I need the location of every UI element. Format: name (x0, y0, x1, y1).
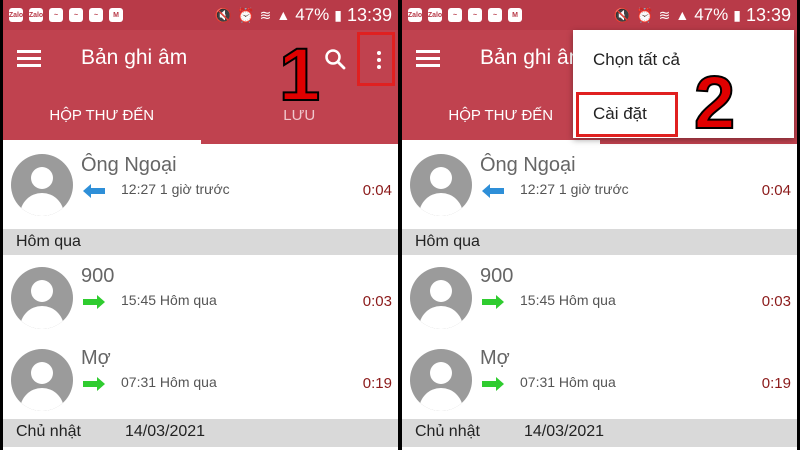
call-duration: 0:04 (362, 182, 392, 199)
zalo-icon: Zalo (408, 8, 422, 22)
wifi-icon: ≋ (658, 6, 671, 23)
menu-item-select-all[interactable]: Chọn tất cả (593, 50, 680, 70)
tab-inbox[interactable]: HỘP THƯ ĐẾN (3, 90, 201, 144)
section-label: Hôm qua (415, 233, 480, 250)
step-number: 2 (693, 61, 736, 144)
section-date: 14/03/2021 (524, 423, 605, 440)
menu-icon[interactable] (17, 50, 41, 68)
phone-screen-right: Zalo Zalo ~ ~ ~ M 🔇 ⏰ ≋ ▲ 47% ▮ 13:39 Bả… (402, 0, 797, 450)
section-label: Chủ nhật (415, 423, 480, 440)
section-date: 14/03/2021 (125, 423, 206, 440)
outgoing-arrow-icon (83, 295, 105, 309)
list-item[interactable]: Mợ 07:31 Hôm qua 0:19 (3, 337, 398, 419)
incoming-arrow-icon (482, 184, 504, 198)
status-bar: Zalo Zalo ~ ~ ~ M 🔇 ⏰ ≋ ▲ 47% ▮ 13:39 (402, 0, 797, 30)
tab-bar: HỘP THƯ ĐẾN LƯU (3, 90, 398, 144)
list-item[interactable]: Mợ 07:31 Hôm qua 0:19 (402, 337, 797, 419)
messenger-icon: ~ (49, 8, 63, 22)
alarm-icon: ⏰ (636, 6, 654, 23)
call-duration: 0:19 (362, 375, 392, 392)
mute-icon: 🔇 (613, 6, 632, 23)
signal-icon: ▲ (675, 7, 690, 23)
phone-screen-left: Zalo Zalo ~ ~ ~ M 🔇 ⏰ ≋ ▲ 47% ▮ 13:39 Bả… (3, 0, 398, 450)
section-header: Chủ nhật 14/03/2021 (3, 419, 398, 447)
clock: 13:39 (745, 4, 791, 25)
messenger-icon: ~ (448, 8, 462, 22)
contact-name: Ông Ngoại (480, 154, 576, 176)
call-time: 12:27 1 giờ trước (121, 181, 230, 197)
highlight-box-more (357, 32, 395, 86)
status-bar: Zalo Zalo ~ ~ ~ M 🔇 ⏰ ≋ ▲ 47% ▮ 13:39 (3, 0, 398, 30)
highlight-box-settings (576, 92, 678, 137)
recording-list: Ông Ngoại 12:27 1 giờ trước 0:04 Hôm qua… (3, 144, 398, 447)
gmail-icon: M (508, 8, 522, 22)
section-header: Hôm qua (402, 229, 797, 255)
tab-inbox[interactable]: HỘP THƯ ĐẾN (402, 90, 600, 144)
zalo-icon: Zalo (9, 8, 23, 22)
avatar (410, 349, 472, 411)
step-number: 1 (278, 33, 321, 116)
zalo-icon: Zalo (428, 8, 442, 22)
messenger-icon: ~ (468, 8, 482, 22)
app-bar: Bản ghi âm (3, 30, 398, 90)
list-item[interactable]: Ông Ngoại 12:27 1 giờ trước 0:04 (3, 144, 398, 229)
outgoing-arrow-icon (482, 295, 504, 309)
call-duration: 0:03 (761, 293, 791, 310)
incoming-arrow-icon (83, 184, 105, 198)
battery-icon: ▮ (334, 6, 342, 23)
call-time: 15:45 Hôm qua (121, 292, 217, 308)
call-duration: 0:04 (761, 182, 791, 199)
call-time: 15:45 Hôm qua (520, 292, 616, 308)
battery-percent: 47% (694, 5, 729, 24)
alarm-icon: ⏰ (237, 6, 255, 23)
messenger-icon: ~ (488, 8, 502, 22)
section-label: Chủ nhật (16, 423, 81, 440)
avatar (11, 154, 73, 216)
zalo-icon: Zalo (29, 8, 43, 22)
search-icon[interactable] (323, 47, 347, 71)
messenger-icon: ~ (69, 8, 83, 22)
contact-name: Mợ (480, 347, 510, 369)
battery-percent: 47% (295, 5, 330, 24)
battery-icon: ▮ (733, 6, 741, 23)
clock: 13:39 (346, 4, 392, 25)
list-item[interactable]: 900 15:45 Hôm qua 0:03 (3, 255, 398, 337)
outgoing-arrow-icon (482, 377, 504, 391)
list-item[interactable]: Ông Ngoại 12:27 1 giờ trước 0:04 (402, 144, 797, 229)
section-label: Hôm qua (16, 233, 81, 250)
section-header: Chủ nhật 14/03/2021 (402, 419, 797, 447)
avatar (410, 267, 472, 329)
call-duration: 0:03 (362, 293, 392, 310)
list-item[interactable]: 900 15:45 Hôm qua 0:03 (402, 255, 797, 337)
mute-icon: 🔇 (214, 6, 233, 23)
gmail-icon: M (109, 8, 123, 22)
call-time: 12:27 1 giờ trước (520, 181, 629, 197)
contact-name: 900 (81, 265, 115, 287)
contact-name: Ông Ngoại (81, 154, 177, 176)
recording-list: Ông Ngoại 12:27 1 giờ trước 0:04 Hôm qua… (402, 144, 797, 447)
wifi-icon: ≋ (259, 6, 272, 23)
call-duration: 0:19 (761, 375, 791, 392)
messenger-icon: ~ (89, 8, 103, 22)
menu-icon[interactable] (416, 50, 440, 68)
page-title: Bản ghi âm (81, 46, 188, 69)
contact-name: 900 (480, 265, 514, 287)
signal-icon: ▲ (276, 7, 291, 23)
avatar (410, 154, 472, 216)
call-time: 07:31 Hôm qua (121, 374, 217, 390)
avatar (11, 349, 73, 411)
avatar (11, 267, 73, 329)
call-time: 07:31 Hôm qua (520, 374, 616, 390)
page-title: Bản ghi âm (480, 46, 587, 69)
outgoing-arrow-icon (83, 377, 105, 391)
contact-name: Mợ (81, 347, 111, 369)
section-header: Hôm qua (3, 229, 398, 255)
